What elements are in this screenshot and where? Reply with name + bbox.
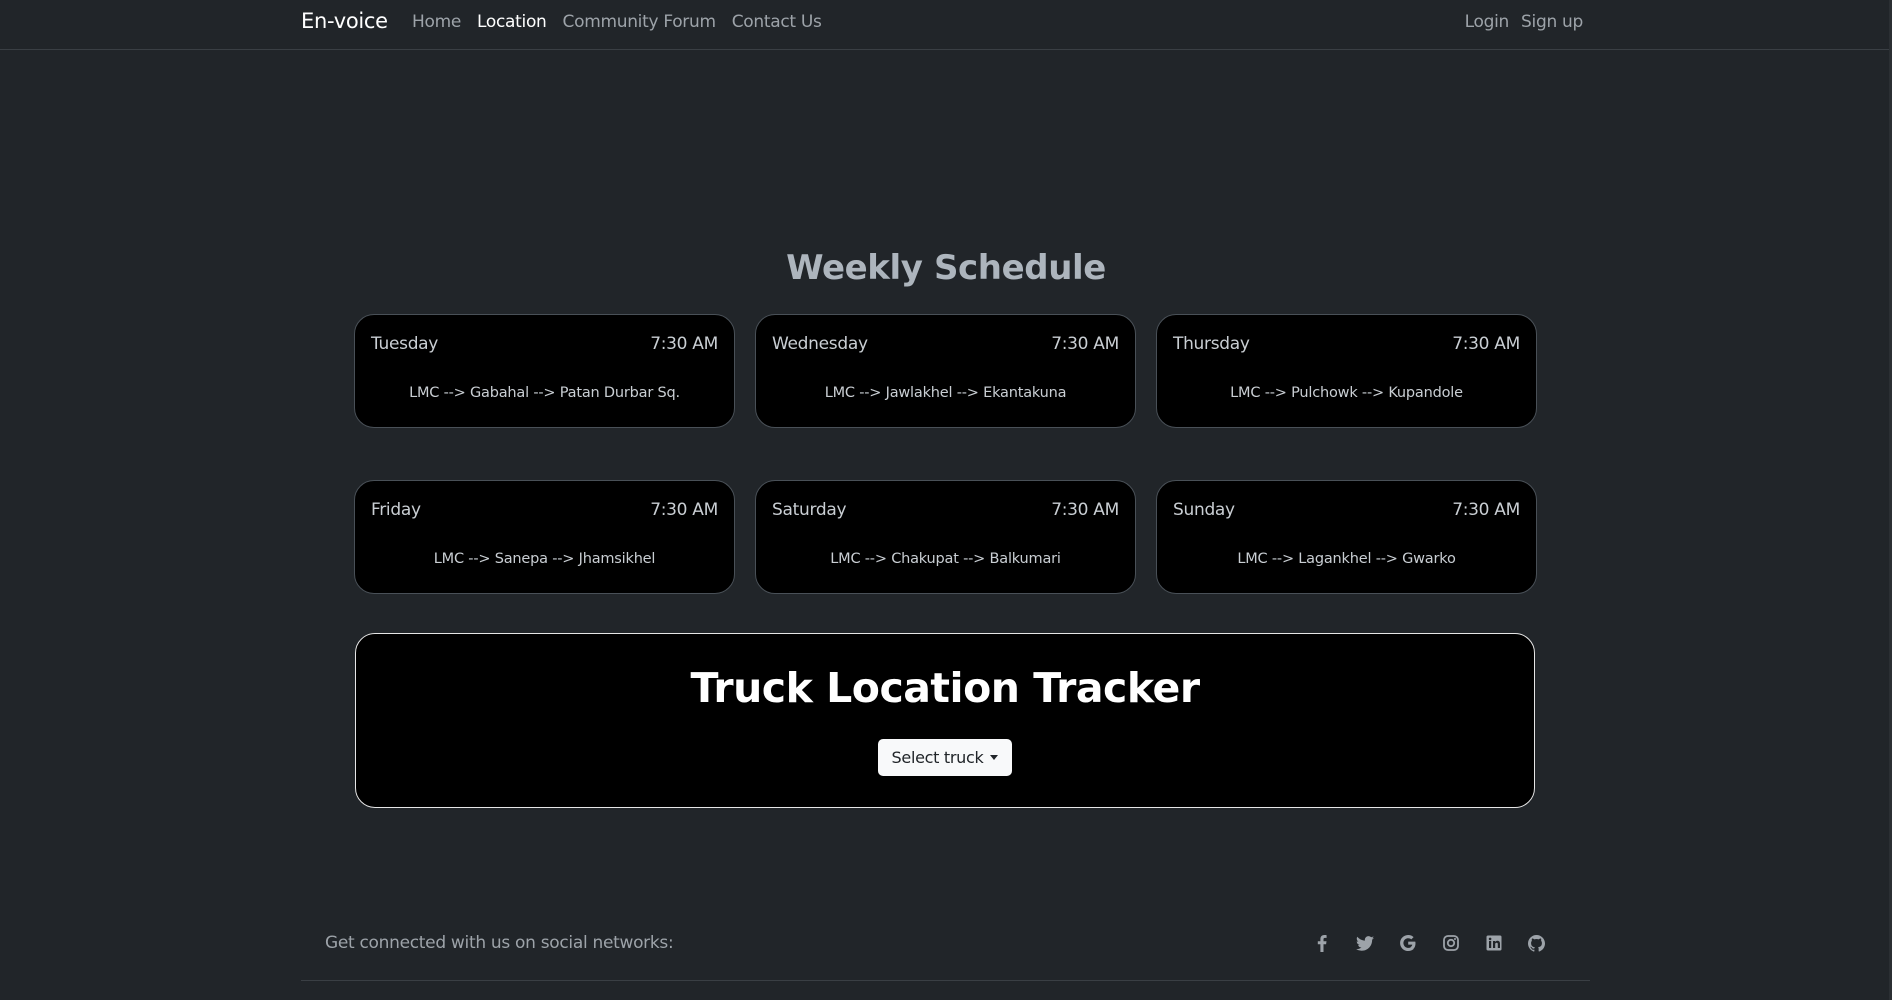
select-truck-dropdown[interactable]: Select truck — [878, 739, 1012, 776]
card-time: 7:30 AM — [1452, 500, 1520, 520]
schedule-card-friday: Friday 7:30 AM LMC --> Sanepa --> Jhamsi… — [354, 480, 735, 594]
schedule-card-saturday: Saturday 7:30 AM LMC --> Chakupat --> Ba… — [755, 480, 1136, 594]
card-day: Sunday — [1173, 500, 1235, 520]
caret-down-icon — [990, 755, 999, 760]
truck-tracker-panel: Truck Location Tracker Select truck — [355, 633, 1535, 808]
footer-social-text: Get connected with us on social networks… — [325, 933, 674, 953]
schedule-card-thursday: Thursday 7:30 AM LMC --> Pulchowk --> Ku… — [1156, 314, 1537, 428]
nav-link-home[interactable]: Home — [412, 12, 461, 32]
schedule-card-wednesday: Wednesday 7:30 AM LMC --> Jawlakhel --> … — [755, 314, 1136, 428]
signup-link[interactable]: Sign up — [1521, 12, 1583, 32]
linkedin-icon[interactable] — [1482, 931, 1505, 955]
nav-auth: Login Sign up — [1465, 12, 1584, 32]
nav-link-location[interactable]: Location — [477, 12, 547, 32]
card-route: LMC --> Sanepa --> Jhamsikhel — [433, 551, 656, 567]
card-day: Saturday — [772, 500, 847, 520]
twitter-icon[interactable] — [1353, 931, 1376, 955]
nav-links: Home Location Community Forum Contact Us — [412, 12, 822, 32]
card-day: Thursday — [1173, 334, 1250, 354]
card-time: 7:30 AM — [1051, 500, 1119, 520]
select-truck-label: Select truck — [891, 748, 984, 767]
card-time: 7:30 AM — [650, 500, 718, 520]
github-icon[interactable] — [1525, 931, 1548, 955]
brand-logo[interactable]: En-voice — [301, 9, 388, 33]
card-route: LMC --> Gabahal --> Patan Durbar Sq. — [409, 385, 680, 401]
card-day: Friday — [371, 500, 421, 520]
card-time: 7:30 AM — [1452, 334, 1520, 354]
card-time: 7:30 AM — [1051, 334, 1119, 354]
social-links — [1310, 931, 1548, 955]
schedule-card-tuesday: Tuesday 7:30 AM LMC --> Gabahal --> Pata… — [354, 314, 735, 428]
footer-divider — [301, 980, 1590, 981]
schedule-title: Weekly Schedule — [786, 248, 1106, 288]
nav-link-contact-us[interactable]: Contact Us — [732, 12, 822, 32]
card-route: LMC --> Chakupat --> Balkumari — [830, 551, 1061, 567]
schedule-card-sunday: Sunday 7:30 AM LMC --> Lagankhel --> Gwa… — [1156, 480, 1537, 594]
card-route: LMC --> Lagankhel --> Gwarko — [1237, 551, 1456, 567]
card-route: LMC --> Jawlakhel --> Ekantakuna — [824, 385, 1067, 401]
google-icon[interactable] — [1396, 931, 1419, 955]
navbar: En-voice Home Location Community Forum C… — [0, 0, 1892, 50]
card-day: Wednesday — [772, 334, 868, 354]
tracker-title: Truck Location Tracker — [690, 664, 1200, 712]
card-time: 7:30 AM — [650, 334, 718, 354]
nav-link-community-forum[interactable]: Community Forum — [563, 12, 717, 32]
login-link[interactable]: Login — [1465, 12, 1510, 32]
facebook-icon[interactable] — [1310, 931, 1333, 955]
card-day: Tuesday — [371, 334, 439, 354]
instagram-icon[interactable] — [1439, 931, 1462, 955]
card-route: LMC --> Pulchowk --> Kupandole — [1230, 385, 1463, 401]
